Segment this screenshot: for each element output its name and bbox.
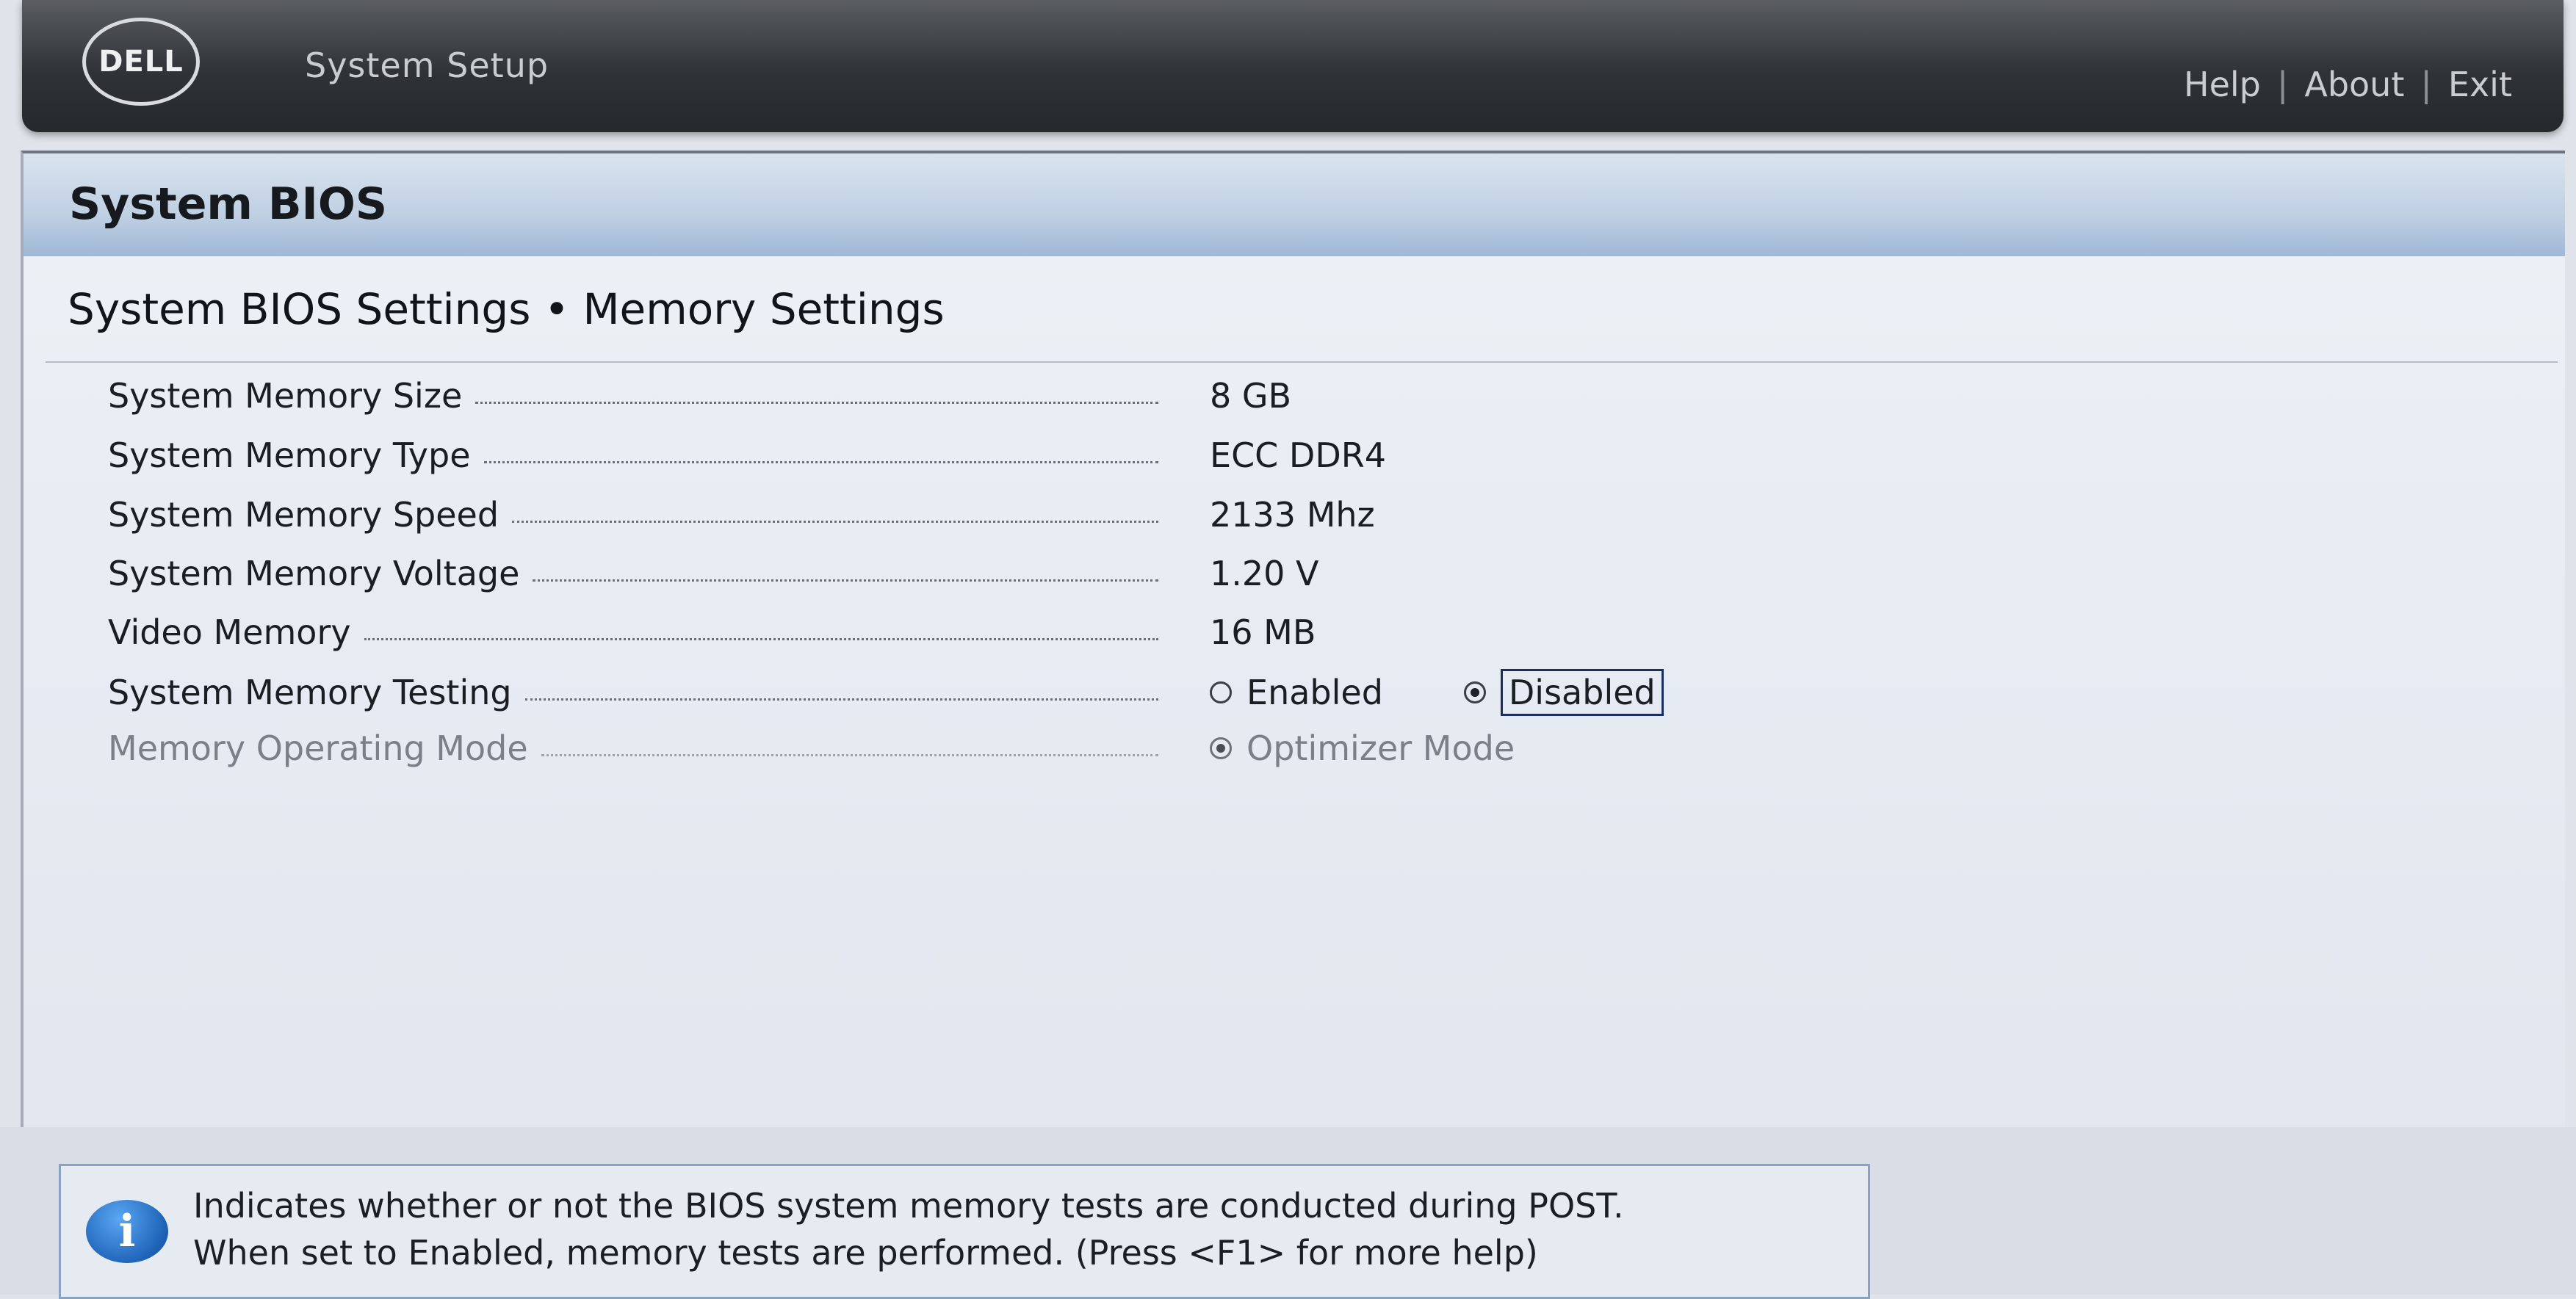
leader-dots xyxy=(483,460,1158,463)
setting-row-memory-speed: System Memory Speed 2133 Mhz xyxy=(108,485,2532,544)
optimizer-mode-label: Optimizer Mode xyxy=(1246,728,1515,768)
enabled-label: Enabled xyxy=(1246,673,1383,712)
enabled-option[interactable]: Enabled xyxy=(1210,673,1383,712)
about-link[interactable]: About xyxy=(2304,65,2404,104)
setting-value: 2133 Mhz xyxy=(1210,495,1375,535)
disabled-label: Disabled xyxy=(1500,669,1664,716)
setting-value: ECC DDR4 xyxy=(1210,435,1386,475)
setting-row-memory-operating-mode: Memory Operating Mode Optimizer Mode xyxy=(108,719,2532,778)
help-box: i Indicates whether or not the BIOS syst… xyxy=(59,1164,1870,1299)
logo-text: DELL xyxy=(98,45,184,79)
app-title: System Setup xyxy=(305,46,549,85)
breadcrumb: System BIOS Settings • Memory Settings xyxy=(68,284,945,334)
setting-label: System Memory Voltage xyxy=(108,554,520,593)
radio-optimizer-mode xyxy=(1210,737,1232,759)
setting-label: System Memory Type xyxy=(108,435,471,475)
link-separator: | xyxy=(2276,65,2289,104)
setting-row-video-memory: Video Memory 16 MB xyxy=(108,603,2532,662)
leader-dots xyxy=(541,753,1158,756)
setting-label: Video Memory xyxy=(108,612,351,652)
leader-dots xyxy=(475,401,1158,404)
panel-header: System BIOS xyxy=(24,153,2565,256)
disabled-option[interactable]: Disabled xyxy=(1463,669,1664,716)
exit-link[interactable]: Exit xyxy=(2448,65,2512,104)
leader-dots xyxy=(524,698,1158,701)
leader-dots xyxy=(364,637,1158,640)
setting-row-memory-type: System Memory Type ECC DDR4 xyxy=(108,426,2532,485)
divider xyxy=(46,361,2558,363)
dell-logo: DELL xyxy=(82,18,200,106)
settings-panel: System BIOS System BIOS Settings • Memor… xyxy=(21,151,2565,1130)
leader-dots xyxy=(512,520,1158,523)
setting-value: 16 MB xyxy=(1210,612,1316,652)
panel-title: System BIOS xyxy=(69,178,388,230)
help-line-2: When set to Enabled, memory tests are pe… xyxy=(193,1233,1538,1273)
setting-label: System Memory Speed xyxy=(108,495,499,535)
help-text: Indicates whether or not the BIOS system… xyxy=(193,1182,1624,1276)
link-separator: | xyxy=(2420,65,2432,104)
setting-label: System Memory Size xyxy=(108,376,463,416)
setting-row-memory-voltage: System Memory Voltage 1.20 V xyxy=(108,544,2532,603)
radio-disabled[interactable] xyxy=(1463,681,1486,703)
setting-row-memory-testing: System Memory Testing Enabled Disabled xyxy=(108,663,2532,722)
info-icon: i xyxy=(86,1200,168,1263)
setting-label: System Memory Testing xyxy=(108,673,512,712)
setting-value: 1.20 V xyxy=(1210,554,1319,593)
radio-enabled[interactable] xyxy=(1210,681,1232,703)
top-bar: DELL System Setup Help | About | Exit xyxy=(22,0,2564,132)
help-area: i Indicates whether or not the BIOS syst… xyxy=(0,1127,2576,1299)
help-link[interactable]: Help xyxy=(2184,65,2261,104)
setting-label: Memory Operating Mode xyxy=(108,728,528,768)
operating-mode-options: Optimizer Mode xyxy=(1210,719,1595,778)
leader-dots xyxy=(533,579,1158,582)
help-line-1: Indicates whether or not the BIOS system… xyxy=(193,1186,1624,1226)
setting-row-memory-size: System Memory Size 8 GB xyxy=(108,366,2532,425)
optimizer-mode-option: Optimizer Mode xyxy=(1210,728,1515,768)
top-links: Help | About | Exit xyxy=(2184,65,2512,104)
memory-testing-options: Enabled Disabled xyxy=(1210,663,1745,722)
setting-value: 8 GB xyxy=(1210,376,1292,416)
